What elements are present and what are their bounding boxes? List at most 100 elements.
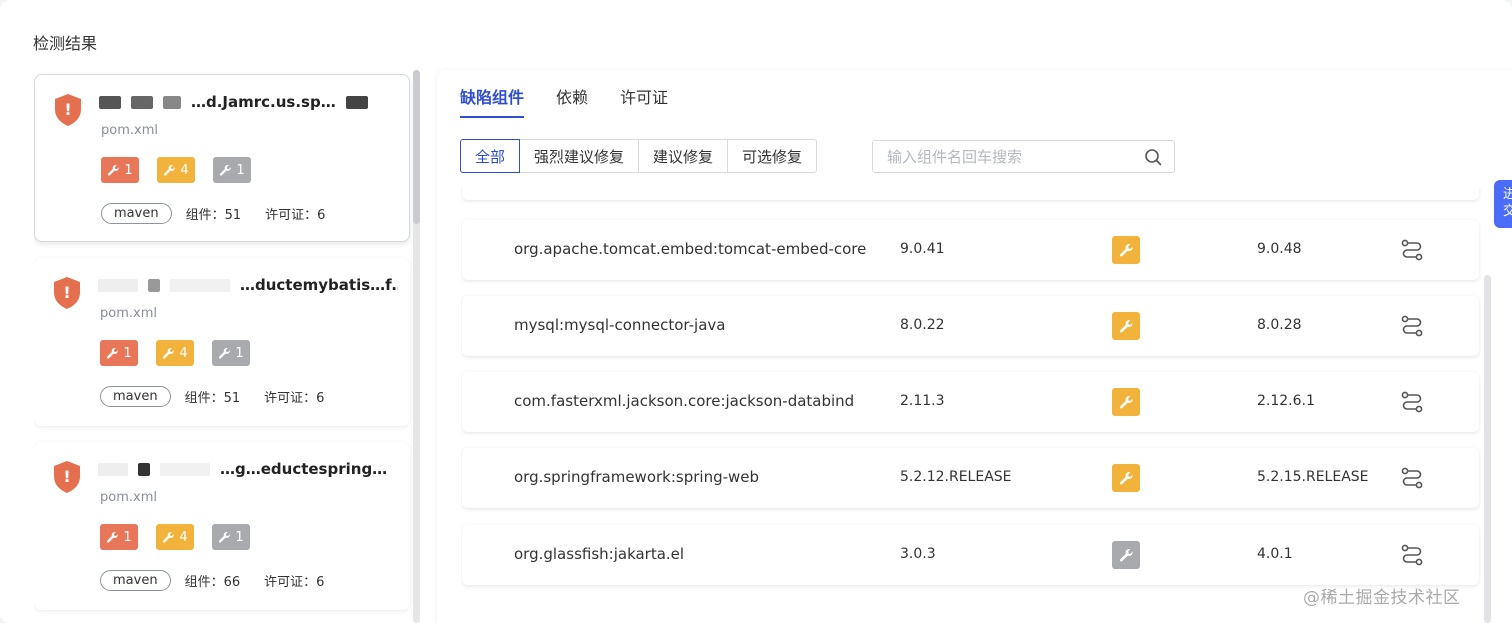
license-count: 许可证：6 xyxy=(265,208,326,223)
table-row[interactable]: org.glassfish:jakarta.el 3.0.3 4.0.1 xyxy=(462,525,1479,585)
critical-count-badge: 1 xyxy=(101,157,139,183)
component-name: org.springframework:spring-web xyxy=(514,468,760,486)
project-name-text: …ductemybatis…f… xyxy=(240,276,398,294)
severity-badge xyxy=(1112,541,1140,569)
wrench-icon xyxy=(1119,471,1133,484)
wrench-icon xyxy=(108,164,120,176)
project-name: …g…eductespring… xyxy=(98,460,398,480)
compare-icon[interactable] xyxy=(1399,465,1425,491)
low-count-badge: 1 xyxy=(212,524,250,550)
wrench-icon xyxy=(1119,548,1133,561)
project-card[interactable]: ! …ductemybatis…f… pom.xml 1 4 1 maven 组… xyxy=(34,258,410,426)
components-count: 组件：51 xyxy=(185,208,242,223)
low-count-badge: 1 xyxy=(212,340,250,366)
license-count: 许可证：6 xyxy=(264,575,325,590)
redacted-block xyxy=(131,96,153,109)
filter-strongly-recommended-button[interactable]: 强烈建议修复 xyxy=(519,139,640,173)
components-count: 组件：51 xyxy=(184,391,241,406)
project-card[interactable]: ! …d.Jamrc.us.sp… pom.xml 1 4 1 maven 组件… xyxy=(34,74,410,242)
wrench-icon xyxy=(163,347,175,359)
project-list-scrollbar[interactable] xyxy=(413,70,420,623)
redacted-block xyxy=(98,463,128,476)
project-file: pom.xml xyxy=(101,123,158,138)
components-count: 组件：66 xyxy=(184,575,241,590)
component-version: 3.0.3 xyxy=(900,546,936,562)
page-title: 检测结果 xyxy=(33,34,98,53)
redacted-block xyxy=(160,463,210,476)
wrench-icon xyxy=(1119,319,1133,332)
table-row[interactable]: mysql:mysql-connector-java 8.0.22 8.0.28 xyxy=(462,296,1479,356)
build-type-pill: maven xyxy=(100,570,171,591)
severity-badge xyxy=(1112,388,1140,416)
recommended-version: 4.0.1 xyxy=(1257,546,1293,562)
critical-count-badge: 1 xyxy=(100,524,138,550)
wrench-icon xyxy=(107,531,119,543)
severity-badge xyxy=(1112,464,1140,492)
wrench-icon xyxy=(1119,395,1133,408)
component-search xyxy=(872,140,1175,173)
table-row[interactable]: org.apache.tomcat.embed:tomcat-embed-cor… xyxy=(462,220,1479,280)
wrench-icon xyxy=(219,347,231,359)
project-card[interactable]: ! …g…eductespring… pom.xml 1 4 1 maven 组… xyxy=(34,442,410,610)
search-icon[interactable] xyxy=(1144,148,1162,166)
high-count-badge: 4 xyxy=(157,157,195,183)
wrench-icon xyxy=(220,164,232,176)
project-meta: maven 组件：51 许可证：6 xyxy=(100,386,348,407)
recommended-version: 2.12.6.1 xyxy=(1257,393,1315,409)
watermark: @稀土掘金技术社区 xyxy=(1303,588,1461,608)
component-version: 8.0.22 xyxy=(900,317,945,333)
severity-badge xyxy=(1112,236,1140,264)
critical-count-badge: 1 xyxy=(100,340,138,366)
recommended-version: 8.0.28 xyxy=(1257,317,1302,333)
table-row[interactable]: com.fasterxml.jackson.core:jackson-datab… xyxy=(462,372,1479,432)
severity-filter-group: 全部 强烈建议修复 建议修复 可选修复 xyxy=(460,139,818,173)
project-name: …ductemybatis…f… xyxy=(98,276,398,296)
high-count-badge: 4 xyxy=(156,340,194,366)
high-count-badge: 4 xyxy=(156,524,194,550)
scrollbar-thumb[interactable] xyxy=(413,70,420,224)
component-list-scrollbar[interactable] xyxy=(1484,275,1491,623)
tab-licenses[interactable]: 许可证 xyxy=(620,84,668,118)
build-type-pill: maven xyxy=(100,386,171,407)
side-float-button[interactable]: 进交 xyxy=(1494,180,1512,228)
compare-icon[interactable] xyxy=(1399,389,1425,415)
severity-tags: 1 4 1 xyxy=(100,524,250,550)
redacted-block xyxy=(345,96,368,109)
wrench-icon xyxy=(1119,243,1133,256)
svg-text:!: ! xyxy=(64,100,71,119)
shield-alert-icon: ! xyxy=(54,277,80,309)
redacted-block xyxy=(170,279,230,292)
redacted-block xyxy=(163,96,181,109)
project-list: ! …d.Jamrc.us.sp… pom.xml 1 4 1 maven 组件… xyxy=(34,70,414,623)
table-row[interactable]: org.springframework:spring-web 5.2.12.RE… xyxy=(462,448,1479,508)
filter-all-button[interactable]: 全部 xyxy=(460,139,521,173)
filter-recommended-button[interactable]: 建议修复 xyxy=(638,139,729,173)
compare-icon[interactable] xyxy=(1399,237,1425,263)
component-version: 9.0.41 xyxy=(900,241,945,257)
component-name: org.glassfish:jakarta.el xyxy=(514,545,685,563)
shield-alert-icon: ! xyxy=(55,94,81,126)
tab-defective-components[interactable]: 缺陷组件 xyxy=(460,84,525,118)
component-version: 2.11.3 xyxy=(900,393,945,409)
compare-icon[interactable] xyxy=(1399,542,1425,568)
redacted-block xyxy=(99,96,121,109)
tab-dependencies[interactable]: 依赖 xyxy=(556,84,588,118)
component-name: com.fasterxml.jackson.core:jackson-datab… xyxy=(514,392,855,410)
component-name: org.apache.tomcat.embed:tomcat-embed-cor… xyxy=(514,240,867,258)
component-list: org.apache.tomcat.embed:tomcat-embed-cor… xyxy=(461,188,1481,623)
search-input[interactable] xyxy=(887,147,1144,166)
table-row[interactable] xyxy=(462,188,1479,200)
component-version: 5.2.12.RELEASE xyxy=(900,469,1012,485)
redacted-block xyxy=(138,463,150,476)
shield-alert-icon: ! xyxy=(54,461,80,493)
redacted-block xyxy=(148,279,160,292)
component-name: mysql:mysql-connector-java xyxy=(514,316,726,334)
low-count-badge: 1 xyxy=(213,157,251,183)
project-file: pom.xml xyxy=(100,306,157,321)
compare-icon[interactable] xyxy=(1399,313,1425,339)
recommended-version: 9.0.48 xyxy=(1257,241,1302,257)
filter-optional-button[interactable]: 可选修复 xyxy=(727,139,818,173)
project-name-text: …g…eductespring… xyxy=(220,460,388,478)
severity-badge xyxy=(1112,312,1140,340)
svg-text:!: ! xyxy=(63,467,70,486)
